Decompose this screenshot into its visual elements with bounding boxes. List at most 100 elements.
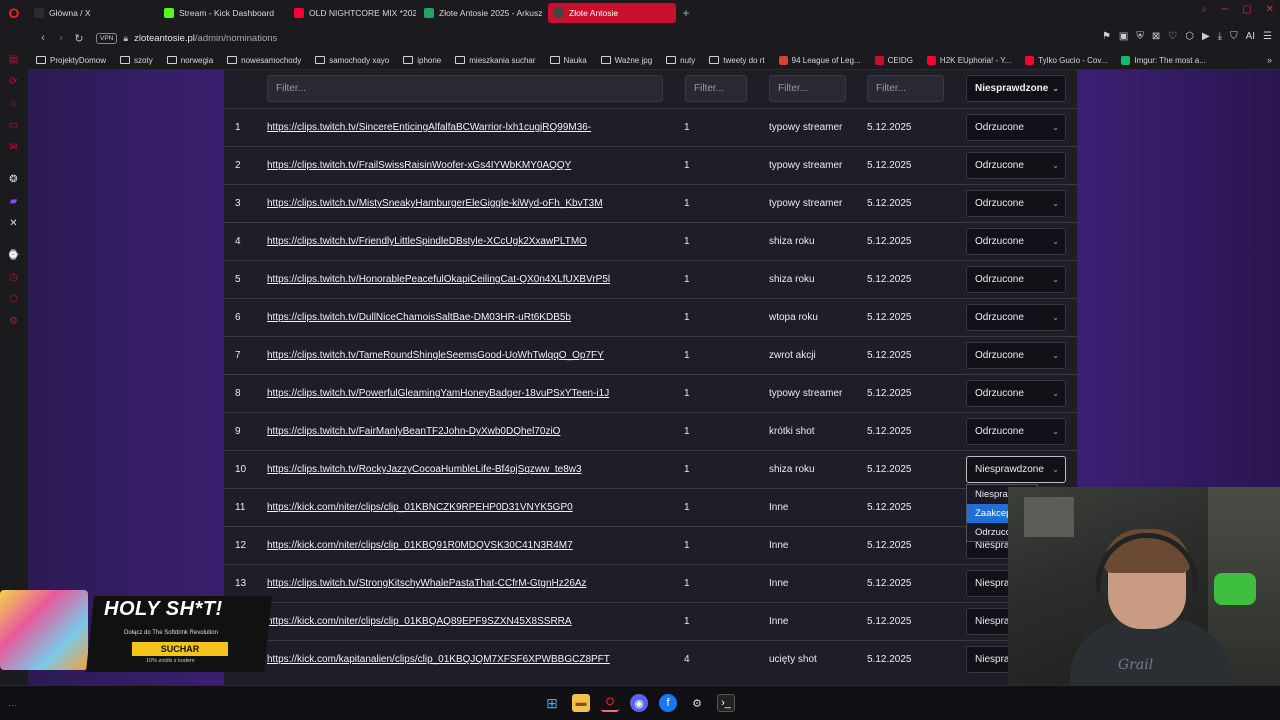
bookmark-item[interactable]: Nauka [549,56,587,65]
bookmark-item[interactable]: Tylko Gucio - Cov... [1025,55,1107,65]
gmail-icon[interactable]: ✉ [7,141,20,154]
bookmark-item[interactable]: samochody xayo [315,56,389,65]
vpn-badge[interactable]: VPN [96,32,118,44]
twitch-icon[interactable]: ▰ [7,195,20,208]
bookmark-item[interactable]: nuty [666,56,695,65]
bookmark-icon[interactable]: ⚑ [1102,31,1111,42]
status-select[interactable]: Odrzucone ⌄ [966,266,1066,293]
bookmark-item[interactable]: szoty [120,56,153,65]
url-field[interactable]: zloteantosie.pl/admin/nominations [134,33,277,44]
table-row: 3 https://clips.twitch.tv/MistySneakyHamb… [224,184,1077,222]
clip-link[interactable]: https://clips.twitch.tv/FriendlyLittleSp… [267,236,587,247]
forward-icon[interactable]: › [52,32,70,44]
votes-filter-input[interactable]: Filter... [685,75,747,102]
clip-link[interactable]: https://clips.twitch.tv/StrongKitschyWha… [267,578,587,589]
aria-icon[interactable]: ⟳ [7,75,20,88]
clock-icon[interactable]: ◷ [7,271,20,284]
bookmark-item[interactable]: iphone [403,56,441,65]
wallet-icon[interactable]: ⊠ [1152,31,1160,42]
steam-icon[interactable]: ⚙ [688,694,706,712]
clip-link[interactable]: https://kick.com/niter/clips/clip_01KBQ9… [267,540,573,551]
browser-tab[interactable]: Złote Antosie [548,2,676,23]
bookmark-item[interactable]: norwegia [166,56,213,65]
address-bar: ‹ › ↻ VPN 🔒︎ zloteantosie.pl/admin/nomin… [0,25,1280,51]
clip-link[interactable]: https://clips.twitch.tv/PowerfulGleaming… [267,388,609,399]
bookmark-item[interactable]: 94 League of Leg... [778,55,861,65]
clip-link[interactable]: https://clips.twitch.tv/MistySneakyHambu… [267,198,603,209]
clip-link[interactable]: https://clips.twitch.tv/SincereEnticingA… [267,122,591,133]
bookmark-item[interactable]: nowesamochody [227,56,301,65]
bookmark-item[interactable]: Ważne jpg [600,56,652,65]
bookmark-item[interactable]: CEIDG [874,55,913,65]
url-host: zloteantosie.pl [134,32,195,44]
bookmark-item[interactable]: mieszkania suchar [455,56,536,65]
discord-icon[interactable]: ◉ [630,694,648,712]
speed-dial-icon[interactable]: ▤ [7,53,20,66]
date-filter-input[interactable]: Filter... [867,75,944,102]
ai-button[interactable]: AI [1246,31,1255,42]
clip-link[interactable]: https://clips.twitch.tv/FairManlyBeanTF2… [267,426,560,437]
status-select[interactable]: Odrzucone ⌄ [966,152,1066,179]
bookmark-item[interactable]: Imgur: The most a... [1121,55,1206,65]
close-window-icon[interactable]: ✕ [1266,4,1274,15]
browser-tab[interactable]: Złote Antosie 2025 - Arkusz [418,3,546,23]
opera-taskbar-icon[interactable]: O [601,694,619,712]
browser-tab[interactable]: Główna / X [28,3,156,23]
link-filter-input[interactable]: Filter... [267,75,663,102]
shield-icon[interactable]: ⛨ [1136,31,1144,42]
category-label: shiza roku [769,236,815,247]
back-icon[interactable]: ‹ [34,32,52,44]
new-tab-button[interactable]: + [678,5,694,21]
extensions-sidebar-icon[interactable]: ⬡ [7,293,20,306]
extensions-icon[interactable]: ⬡ [1185,31,1194,42]
account-icon[interactable]: ⛉ [1230,31,1238,42]
workspaces-icon[interactable]: ⌂ [7,97,20,110]
status-select[interactable]: Odrzucone ⌄ [966,190,1066,217]
clip-link[interactable]: https://kick.com/kapitanalien/clips/clip… [267,654,610,665]
file-explorer-icon[interactable]: ▬ [572,694,590,712]
status-select[interactable]: Odrzucone ⌄ [966,228,1066,255]
more-bookmarks-icon[interactable]: » [1267,55,1272,65]
clip-link[interactable]: https://clips.twitch.tv/RockyJazzyCocoaH… [267,464,582,475]
clip-link[interactable]: https://clips.twitch.tv/DullNiceChamoisS… [267,312,571,323]
lock-icon[interactable]: 🔒︎ [123,33,128,44]
opera-logo-icon[interactable]: O [0,0,28,25]
clip-link[interactable]: https://kick.com/niter/clips/clip_01KBQA… [267,616,572,627]
tray-overflow-icon[interactable]: ⋯ [8,700,17,711]
clip-link[interactable]: https://clips.twitch.tv/HonorablePeacefu… [267,274,610,285]
clip-link[interactable]: https://clips.twitch.tv/FrailSwissRaisin… [267,160,571,171]
bookmark-item[interactable]: tweety do rt [709,56,765,65]
status-select[interactable]: Niesprawdzone ⌄ [966,456,1066,483]
bookmark-item[interactable]: H2K EUphoria! - Y... [926,55,1011,65]
download-icon[interactable]: ⤓ [1218,31,1222,42]
browser-tab[interactable]: OLD NIGHTCORE MIX *2025* [288,3,416,23]
clip-link[interactable]: https://clips.twitch.tv/TameRoundShingle… [267,350,604,361]
status-select[interactable]: Odrzucone ⌄ [966,304,1066,331]
bookmark-item[interactable]: ProjektyDomow [36,56,106,65]
status-select[interactable]: Odrzucone ⌄ [966,114,1066,141]
heart-icon[interactable]: ♡ [1168,31,1177,42]
menu-icon[interactable]: ☰ [1263,31,1272,42]
search-tabs-icon[interactable]: ⌕ [1201,4,1207,15]
chatgpt-icon[interactable]: ❂ [7,173,20,186]
status-select[interactable]: Odrzucone ⌄ [966,418,1066,445]
clip-link[interactable]: https://kick.com/niter/clips/clip_01KBNC… [267,502,573,513]
settings-icon[interactable]: ⚙ [7,315,20,328]
browser-tab[interactable]: Stream - Kick Dashboard [158,3,286,23]
windows-start-icon[interactable]: ⊞ [543,694,561,712]
history-icon[interactable]: ⌚ [7,249,20,262]
x-icon [34,7,44,18]
category-filter-input[interactable]: Filter... [769,75,846,102]
messenger-icon[interactable]: ▭ [7,119,20,132]
reload-icon[interactable]: ↻ [70,32,88,45]
minimize-icon[interactable]: ─ [1221,4,1228,15]
facebook-icon[interactable]: f [659,694,677,712]
status-filter-select[interactable]: Niesprawdzone ⌄ [966,75,1066,102]
x-icon[interactable]: ✕ [7,217,20,230]
status-select[interactable]: Odrzucone ⌄ [966,380,1066,407]
player-icon[interactable]: ▶ [1202,31,1210,42]
maximize-icon[interactable]: ▢ [1242,4,1251,15]
terminal-icon[interactable]: ›_ [717,694,735,712]
snapshot-icon[interactable]: ▣ [1119,31,1128,42]
status-select[interactable]: Odrzucone ⌄ [966,342,1066,369]
